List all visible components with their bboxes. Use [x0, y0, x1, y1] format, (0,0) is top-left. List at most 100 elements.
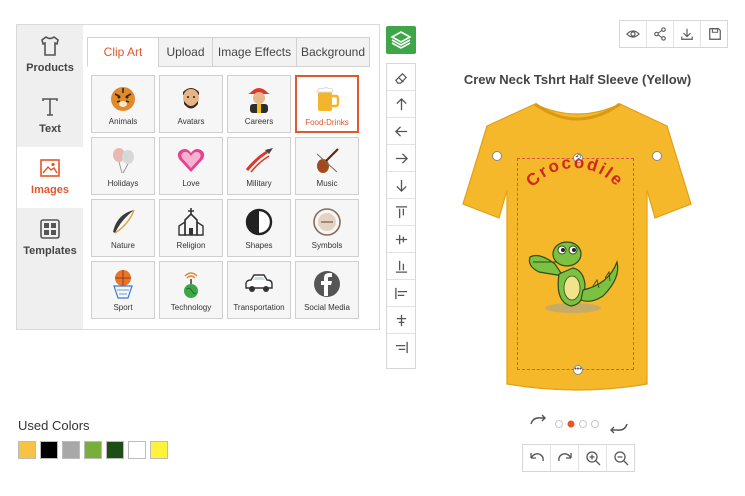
category-label: Music — [316, 179, 338, 188]
nav-products-label: Products — [26, 62, 74, 74]
view-dot[interactable] — [579, 420, 587, 428]
zoom-out-icon — [614, 451, 629, 466]
design-text: Crocodile — [522, 153, 626, 191]
redo-icon — [557, 453, 572, 462]
color-swatch[interactable] — [18, 441, 36, 459]
zoom-out-button[interactable] — [607, 445, 635, 471]
beer-mug-icon — [316, 87, 340, 111]
color-swatch[interactable] — [128, 441, 146, 459]
zoom-in-button[interactable] — [579, 445, 607, 471]
undo-icon — [529, 453, 544, 462]
category-label: Social Media — [304, 303, 350, 312]
used-colors-swatches — [18, 441, 178, 461]
fighter-jet-icon — [245, 148, 273, 173]
undo-button[interactable] — [523, 445, 551, 471]
category-label: Avatars — [177, 117, 205, 126]
preview-button[interactable] — [620, 21, 647, 47]
category-label: Military — [246, 179, 272, 188]
firefighter-icon — [248, 88, 270, 113]
category-tile[interactable]: Social Media — [295, 261, 359, 319]
arrow-down-icon — [395, 179, 407, 193]
nav-templates-label: Templates — [23, 245, 77, 257]
category-tile[interactable]: Transportation — [227, 261, 291, 319]
side-nav: Products Text Images Templates — [17, 25, 83, 329]
nav-products[interactable]: Products — [17, 25, 83, 86]
category-tile[interactable]: Symbols — [295, 199, 359, 257]
share-button[interactable] — [647, 21, 674, 47]
color-swatch[interactable] — [62, 441, 80, 459]
tab-background[interactable]: Background — [296, 37, 370, 67]
svg-text:Crocodile: Crocodile — [522, 153, 628, 191]
color-swatch[interactable] — [84, 441, 102, 459]
view-dot[interactable] — [555, 420, 563, 428]
used-colors-title: Used Colors — [18, 418, 90, 433]
rotate-right-icon — [610, 423, 628, 434]
category-tile[interactable]: Sport — [91, 261, 155, 319]
nav-text[interactable]: Text — [17, 86, 83, 147]
tab-image-effects[interactable]: Image Effects — [212, 37, 297, 67]
eye-icon — [626, 30, 640, 38]
image-tabs: Clip Art Upload Image Effects Background — [87, 37, 370, 67]
align-middle-button[interactable] — [387, 226, 415, 253]
text-icon — [42, 98, 58, 116]
category-label: Food-Drinks — [305, 118, 349, 127]
category-tile[interactable]: Holidays — [91, 137, 155, 195]
nav-images[interactable]: Images — [17, 147, 83, 208]
nav-templates[interactable]: Templates — [17, 208, 83, 269]
rotate-left-button[interactable] — [530, 414, 546, 425]
nav-text-label: Text — [39, 123, 61, 135]
arrow-right-icon — [395, 153, 408, 164]
rotate-right-button[interactable] — [610, 423, 628, 434]
align-bottom-icon — [395, 260, 407, 273]
view-dot-active[interactable] — [567, 420, 575, 428]
category-tile[interactable]: Food-Drinks — [295, 75, 359, 133]
category-tile[interactable]: Avatars — [159, 75, 223, 133]
category-label: Religion — [176, 241, 206, 250]
category-tile[interactable]: Animals — [91, 75, 155, 133]
align-center-button[interactable] — [387, 307, 415, 334]
category-label: Shapes — [245, 241, 273, 250]
zoom-toolbar — [522, 444, 635, 472]
category-tile[interactable]: Careers — [227, 75, 291, 133]
templates-icon — [40, 219, 60, 239]
tab-upload[interactable]: Upload — [158, 37, 213, 67]
redo-button[interactable] — [551, 445, 579, 471]
product-title: Crew Neck Tshrt Half Sleeve (Yellow) — [463, 72, 692, 87]
color-swatch[interactable] — [150, 441, 168, 459]
heart-icon — [177, 149, 205, 172]
category-tile[interactable]: Nature — [91, 199, 155, 257]
move-down-button[interactable] — [387, 172, 415, 199]
arrow-left-icon — [394, 126, 407, 137]
scale-handle[interactable] — [652, 151, 662, 161]
move-right-button[interactable] — [387, 145, 415, 172]
save-button[interactable] — [701, 21, 728, 47]
category-label: Sport — [113, 303, 133, 312]
preview-actions — [619, 20, 728, 48]
align-right-button[interactable] — [387, 334, 415, 361]
move-up-button[interactable] — [387, 91, 415, 118]
layers-button[interactable] — [386, 26, 416, 54]
category-tile[interactable]: Music — [295, 137, 359, 195]
curved-design-text[interactable]: Crocodile — [510, 148, 640, 228]
share-icon — [654, 27, 666, 41]
more-options-handle[interactable]: ••• — [573, 365, 583, 375]
move-left-button[interactable] — [387, 118, 415, 145]
color-swatch[interactable] — [106, 441, 124, 459]
view-dot[interactable] — [591, 420, 599, 428]
category-tile[interactable]: Religion — [159, 199, 223, 257]
align-left-button[interactable] — [387, 280, 415, 307]
resize-handle[interactable] — [492, 151, 502, 161]
tab-clip-art[interactable]: Clip Art — [87, 37, 159, 67]
align-top-button[interactable] — [387, 199, 415, 226]
category-tile[interactable]: Love — [159, 137, 223, 195]
eraser-button[interactable] — [387, 64, 415, 91]
download-button[interactable] — [674, 21, 701, 47]
category-tile[interactable]: Shapes — [227, 199, 291, 257]
download-icon — [681, 28, 693, 40]
align-bottom-button[interactable] — [387, 253, 415, 280]
category-tile[interactable]: Technology — [159, 261, 223, 319]
category-label: Symbols — [311, 241, 343, 250]
category-tile[interactable]: Military — [227, 137, 291, 195]
color-swatch[interactable] — [40, 441, 58, 459]
eraser-icon — [394, 72, 407, 84]
